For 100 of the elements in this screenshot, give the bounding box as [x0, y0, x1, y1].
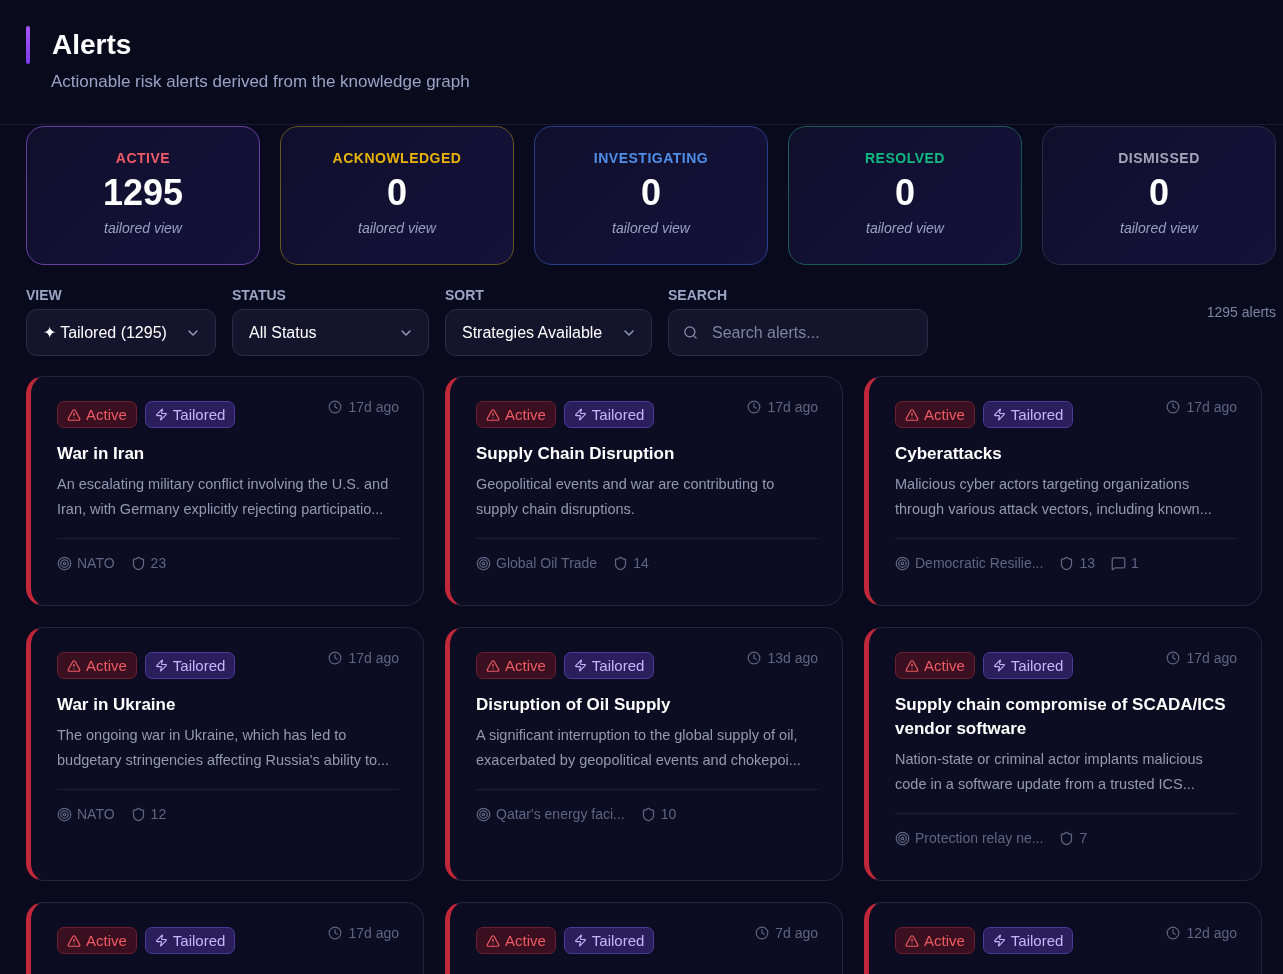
search-input[interactable]: Search alerts...	[709, 322, 913, 343]
strategy-count: 7	[1059, 830, 1088, 846]
alert-title: War in Iran	[57, 443, 146, 465]
search-icon	[683, 324, 698, 341]
status-badge: Active	[476, 927, 556, 954]
status-badge: Active	[476, 652, 556, 679]
alert-time: 17d ago	[747, 399, 818, 415]
alert-description: Geopolitical events and war are contributing to supply chain disruptions.	[476, 475, 776, 519]
search-field[interactable]: Search alerts...	[668, 309, 928, 356]
alert-card[interactable]: Active Tailored 17d ago	[26, 902, 424, 974]
clock-icon	[747, 400, 762, 414]
clock-icon	[328, 926, 343, 940]
alert-card[interactable]: Active Tailored 17d ago Supply Chain Disruption Geopolitical events and war are contributing to supply chain disruptions. Global Oil Trade 14	[445, 376, 843, 606]
stat-label: RESOLVED	[865, 150, 945, 166]
status-badge: Active	[895, 401, 975, 428]
status-badge: Active	[57, 652, 137, 679]
alert-description: Malicious cyber actors targeting organizations through various attack vectors, including known...	[895, 475, 1213, 519]
strategy-count: 23	[130, 555, 167, 571]
filter-label: SORT	[445, 287, 485, 303]
status-badge: Active	[476, 401, 556, 428]
lightning-icon	[154, 934, 168, 947]
lightning-icon	[573, 934, 587, 947]
stat-card[interactable]: INVESTIGATING 0 tailored view	[534, 126, 768, 265]
filter-label: SEARCH	[668, 287, 729, 303]
shield-icon	[613, 555, 629, 571]
lightning-icon	[992, 934, 1006, 947]
alert-title: Supply chain compromise of SCADA/ICS vendor software	[895, 694, 1227, 740]
alert-card[interactable]: Active Tailored 7d ago	[445, 902, 843, 974]
target-icon	[57, 555, 72, 571]
alert-card[interactable]: Active Tailored 17d ago War in Iran An escalating military conflict involving the U.S. and Iran, with Germany explicitly rejecting participatio... NATO 23	[26, 376, 424, 606]
stat-card[interactable]: RESOLVED 0 tailored view	[788, 126, 1022, 265]
stat-card[interactable]: ACTIVE 1295 tailored view	[26, 126, 260, 265]
alert-time: 17d ago	[328, 925, 399, 941]
clock-icon	[328, 651, 343, 665]
warning-icon	[905, 658, 919, 673]
filter-label: STATUS	[232, 287, 287, 303]
alert-card[interactable]: Active Tailored 12d ago	[864, 902, 1262, 974]
tailored-badge: Tailored	[563, 927, 655, 954]
stat-note: tailored view	[1120, 220, 1198, 236]
alert-description: Nation-state or criminal actor implants malicious code in a software update from a trusted ICS...	[895, 750, 1204, 794]
page-title: Alerts	[52, 29, 132, 61]
alert-time: 17d ago	[328, 650, 399, 666]
target-label: Qatar's energy faci...	[476, 806, 625, 822]
warning-icon	[486, 933, 500, 948]
target-icon	[895, 555, 910, 571]
alert-card[interactable]: Active Tailored 17d ago Cyberattacks Malicious cyber actors targeting organizations through various attack vectors, including known... Democratic Resilie... 13 1	[864, 376, 1262, 606]
clock-icon	[328, 400, 343, 414]
tailored-badge: Tailored	[144, 652, 236, 679]
stat-label: ACKNOWLEDGED	[332, 150, 462, 166]
status-dropdown[interactable]: All Status	[232, 309, 429, 356]
strategy-count: 12	[130, 806, 167, 822]
warning-icon	[905, 933, 919, 948]
alert-time: 13d ago	[747, 650, 818, 666]
stat-value: 0	[895, 172, 915, 214]
tailored-badge: Tailored	[982, 927, 1074, 954]
lightning-icon	[573, 408, 587, 421]
stat-card[interactable]: DISMISSED 0 tailored view	[1042, 126, 1276, 265]
target-label: NATO	[57, 555, 115, 571]
stat-note: tailored view	[104, 220, 182, 236]
comment-icon	[1110, 555, 1126, 571]
sort-dropdown[interactable]: Strategies Available	[445, 309, 652, 356]
stat-value: 0	[1149, 172, 1169, 214]
status-badge: Active	[895, 927, 975, 954]
warning-icon	[67, 407, 81, 422]
alert-time: 17d ago	[1166, 650, 1237, 666]
alert-time: 12d ago	[1166, 925, 1237, 941]
comment-count: 1	[1110, 555, 1139, 571]
tailored-badge: Tailored	[144, 927, 236, 954]
alert-title: Disruption of Oil Supply	[476, 694, 672, 716]
tailored-badge: Tailored	[144, 401, 236, 428]
clock-icon	[1166, 651, 1181, 665]
lightning-icon	[154, 408, 168, 421]
alert-description: A significant interruption to the global supply of oil, exacerbated by geopolitical events and chokepoi...	[476, 726, 802, 770]
warning-icon	[486, 658, 500, 673]
alert-description: An escalating military conflict involving the U.S. and Iran, with Germany explicitly rejecting participatio...	[57, 475, 390, 519]
clock-icon	[755, 926, 770, 940]
stat-note: tailored view	[612, 220, 690, 236]
lightning-icon	[992, 408, 1006, 421]
view-dropdown[interactable]: ✦ Tailored (1295)	[26, 309, 216, 356]
stat-card[interactable]: ACKNOWLEDGED 0 tailored view	[280, 126, 514, 265]
alert-count: 1295 alerts	[1206, 303, 1276, 320]
target-label: NATO	[57, 806, 115, 822]
alert-card[interactable]: Active Tailored 17d ago Supply chain compromise of SCADA/ICS vendor software Nation-state or criminal actor implants malicious code in a software update from a trusted ICS... Protection relay ne... 7	[864, 627, 1262, 881]
target-label: Global Oil Trade	[476, 555, 598, 571]
lightning-icon	[992, 659, 1006, 672]
clock-icon	[1166, 926, 1181, 940]
clock-icon	[1166, 400, 1181, 414]
accent-bar	[26, 26, 30, 64]
shield-icon	[130, 555, 146, 571]
target-label: Democratic Resilie...	[895, 555, 1044, 571]
target-icon	[57, 806, 72, 822]
warning-icon	[67, 658, 81, 673]
stat-label: ACTIVE	[115, 150, 171, 166]
shield-icon	[1059, 555, 1075, 571]
alert-card[interactable]: Active Tailored 17d ago War in Ukraine The ongoing war in Ukraine, which has led to budgetary stringencies affecting Russia's ability to... NATO 12	[26, 627, 424, 881]
alert-time: 17d ago	[1166, 399, 1237, 415]
alert-card[interactable]: Active Tailored 13d ago Disruption of Oil Supply A significant interruption to the global supply of oil, exacerbated by geopolitical events and chokepoi... Qatar's energy faci... 10	[445, 627, 843, 881]
tailored-badge: Tailored	[982, 401, 1074, 428]
tailored-badge: Tailored	[982, 652, 1074, 679]
tailored-badge: Tailored	[563, 652, 655, 679]
